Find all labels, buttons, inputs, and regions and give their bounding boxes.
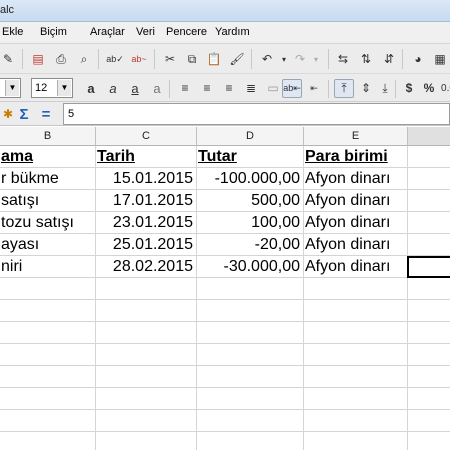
column-header-e[interactable]: E: [304, 127, 408, 146]
column-header-d[interactable]: D: [197, 127, 304, 146]
sort-ascending-icon[interactable]: ⇅: [358, 51, 374, 67]
function-wizard-icon[interactable]: ✱: [0, 106, 16, 122]
spellcheck-icon[interactable]: ab✓: [106, 51, 124, 67]
table-row-4-currency[interactable]: Afyon dinarı: [304, 234, 407, 255]
cell-header-description[interactable]: ama: [0, 146, 95, 167]
align-top-icon[interactable]: ⤒: [334, 79, 354, 98]
merge-cells-icon[interactable]: ▭: [265, 80, 281, 96]
table-row-5-date[interactable]: 28.02.2015: [96, 256, 196, 277]
copy-icon[interactable]: ⧉: [184, 51, 200, 67]
percent-format-icon[interactable]: %: [421, 80, 437, 96]
menu-item-tools[interactable]: Araçlar: [90, 26, 125, 38]
print-icon[interactable]: ⎙: [53, 51, 69, 67]
menu-item-format[interactable]: Biçim: [40, 26, 67, 38]
table-row-5-amount[interactable]: -30.000,00: [197, 256, 303, 277]
menu-item-window[interactable]: Pencere: [166, 26, 207, 38]
formula-value[interactable]: 5: [68, 108, 74, 120]
wrap-text-icon[interactable]: ab⇤: [282, 79, 302, 98]
table-row-1-amount[interactable]: -100.000,00: [197, 168, 303, 189]
table-row-1-currency[interactable]: Afyon dinarı: [304, 168, 407, 189]
standard-toolbar: ✎ ▤ ⎙ ⌕ ab✓ ab~ ✂ ⧉ 📋 🖌 ↶ ▾ ↷ ▾ ⇆ ⇅ ⇵ ◕ …: [0, 44, 450, 74]
spreadsheet-grid[interactable]: ama Tarih Tutar Para birimi r bükme 15.0…: [0, 146, 450, 450]
align-bottom-icon[interactable]: ⤓: [377, 80, 393, 96]
table-row-1-description[interactable]: r bükme: [0, 168, 95, 189]
cell-header-amount[interactable]: Tutar: [197, 146, 303, 167]
table-row-2-date[interactable]: 17.01.2015: [96, 190, 196, 211]
chevron-down-icon[interactable]: ▼: [57, 80, 71, 96]
find-replace-icon[interactable]: ⇆: [335, 51, 351, 67]
table-row-5-description[interactable]: niri: [0, 256, 95, 277]
print-preview-icon[interactable]: ⌕: [76, 51, 92, 67]
table-row-2-currency[interactable]: Afyon dinarı: [304, 190, 407, 211]
menu-item-help[interactable]: Yardım: [215, 26, 250, 38]
title-bar: alc: [0, 0, 450, 22]
table-row-2-amount[interactable]: 500,00: [197, 190, 303, 211]
cell-header-currency[interactable]: Para birimi: [304, 146, 407, 167]
column-header-f[interactable]: [408, 127, 450, 146]
active-cell-cursor[interactable]: [407, 256, 450, 278]
export-pdf-icon[interactable]: ▤: [30, 51, 46, 67]
chevron-down-icon[interactable]: ▼: [5, 80, 19, 96]
table-row-4-amount[interactable]: -20,00: [197, 234, 303, 255]
menu-item-insert[interactable]: Ekle: [2, 26, 23, 38]
clone-formatting-icon[interactable]: 🖌: [229, 51, 245, 67]
table-row-3-date[interactable]: 23.01.2015: [96, 212, 196, 233]
chart-icon[interactable]: ◕: [410, 51, 426, 67]
sort-descending-icon[interactable]: ⇵: [381, 51, 397, 67]
formula-icon[interactable]: =: [38, 106, 54, 123]
column-header-c[interactable]: C: [96, 127, 197, 146]
formula-input[interactable]: 5: [63, 103, 450, 125]
window-title: alc: [0, 4, 15, 16]
table-row-3-amount[interactable]: 100,00: [197, 212, 303, 233]
sum-icon[interactable]: Σ: [16, 106, 32, 123]
align-center-icon[interactable]: ≡: [199, 80, 215, 96]
text-direction-icon[interactable]: ⇤: [306, 80, 322, 96]
font-size-combobox[interactable]: 12 ▼: [31, 78, 73, 98]
redo-dropdown-icon[interactable]: ▾: [308, 51, 324, 67]
align-justify-icon[interactable]: ≣: [243, 80, 259, 96]
table-row-4-date[interactable]: 25.01.2015: [96, 234, 196, 255]
underline-icon[interactable]: a: [127, 80, 143, 96]
currency-format-icon[interactable]: $: [401, 80, 417, 96]
font-size-value[interactable]: 12: [35, 82, 47, 94]
table-row-4-description[interactable]: ayası: [0, 234, 95, 255]
align-right-icon[interactable]: ≡: [221, 80, 237, 96]
menu-item-data[interactable]: Veri: [136, 26, 155, 38]
align-left-icon[interactable]: ≡: [177, 80, 193, 96]
bold-icon[interactable]: a: [83, 80, 99, 96]
table-row-1-date[interactable]: 15.01.2015: [96, 168, 196, 189]
redo-icon[interactable]: ↷: [292, 51, 308, 67]
autospell-icon[interactable]: ab~: [131, 51, 147, 67]
table-row-3-description[interactable]: tozu satışı: [0, 212, 95, 233]
menu-bar: Ekle Biçim Araçlar Veri Pencere Yardım: [0, 22, 450, 44]
cut-icon[interactable]: ✂: [162, 51, 178, 67]
font-name-combobox[interactable]: ▼: [0, 78, 21, 98]
align-middle-icon[interactable]: ⇕: [358, 80, 374, 96]
paste-icon[interactable]: 📋: [206, 51, 222, 67]
undo-dropdown-icon[interactable]: ▾: [276, 51, 292, 67]
pivot-table-icon[interactable]: ▦: [432, 51, 448, 67]
table-row-5-currency[interactable]: Afyon dinarı: [304, 256, 407, 277]
table-row-2-description[interactable]: satışı: [0, 190, 95, 211]
undo-icon[interactable]: ↶: [259, 51, 275, 67]
edit-mode-icon[interactable]: ✎: [0, 51, 16, 67]
cell-header-date[interactable]: Tarih: [96, 146, 196, 167]
shadow-icon[interactable]: a: [149, 80, 165, 96]
column-header-b[interactable]: B: [0, 127, 96, 146]
table-row-3-currency[interactable]: Afyon dinarı: [304, 212, 407, 233]
number-format-icon[interactable]: 0.0: [440, 80, 450, 96]
italic-icon[interactable]: a: [105, 80, 121, 96]
